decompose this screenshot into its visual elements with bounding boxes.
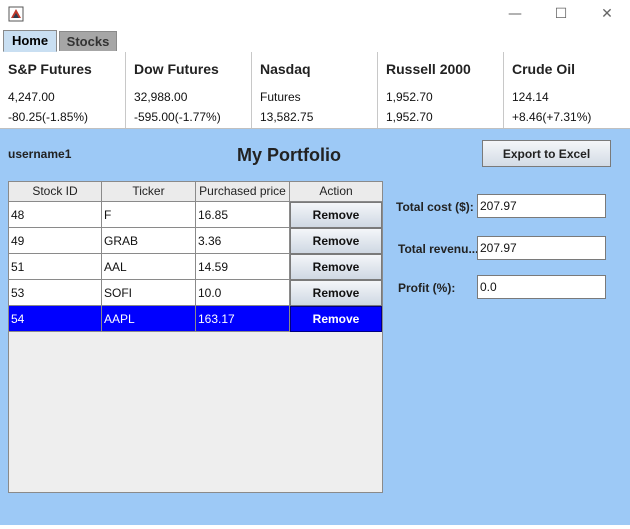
table-row[interactable]: 49 GRAB 3.36 Remove [9,228,382,254]
tab-home[interactable]: Home [3,30,57,52]
ticker-nasdaq: Nasdaq Futures 13,582.75 [252,52,378,128]
total-revenue-field[interactable]: 207.97 [477,236,606,260]
cell-purchased-price: 16.85 [196,202,290,228]
ticker-russell-2000: Russell 2000 1,952.70 1,952.70 [378,52,504,128]
ticker-price: 1,952.70 [386,90,433,104]
ticker-price: 124.14 [512,90,549,104]
window-bottom-border [0,525,630,529]
total-revenue-label: Total revenu... [398,242,479,256]
table-header: Stock ID Ticker Purchased price Action [9,182,382,202]
minimize-button[interactable]: — [492,0,538,28]
ticker-name: Russell 2000 [386,61,471,77]
cell-ticker: SOFI [102,280,196,306]
column-header-action[interactable]: Action [290,182,382,201]
java-app-icon [8,6,24,22]
ticker-price: 13,582.75 [260,110,314,124]
cell-ticker: AAPL [102,306,196,332]
ticker-sp-futures: S&P Futures 4,247.00 -80.25(-1.85%) [0,52,126,128]
ticker-price: 4,247.00 [8,90,55,104]
profit-field[interactable]: 0.0 [477,275,606,299]
tab-stocks[interactable]: Stocks [59,31,117,51]
total-cost-label: Total cost ($): [396,200,474,214]
ticker-name: S&P Futures [8,61,92,77]
profit-label: Profit (%): [398,281,456,295]
cell-ticker: F [102,202,196,228]
ticker-name: Crude Oil [512,61,576,77]
column-header-stock-id[interactable]: Stock ID [9,182,102,201]
remove-button[interactable]: Remove [290,254,382,280]
cell-ticker: GRAB [102,228,196,254]
ticker-name: Nasdaq [260,61,311,77]
table-row[interactable]: 48 F 16.85 Remove [9,202,382,228]
ticker-change: -80.25(-1.85%) [8,110,89,124]
cell-stock-id: 49 [9,228,102,254]
export-to-excel-button[interactable]: Export to Excel [482,140,611,167]
remove-button[interactable]: Remove [290,306,382,332]
window-title-bar: — ☐ ✕ [0,0,630,28]
cell-purchased-price: 14.59 [196,254,290,280]
market-ticker-panel: S&P Futures 4,247.00 -80.25(-1.85%) Dow … [0,52,630,129]
ticker-change: 1,952.70 [386,110,433,124]
ticker-dow-futures: Dow Futures 32,988.00 -595.00(-1.77%) [126,52,252,128]
table-row[interactable]: 51 AAL 14.59 Remove [9,254,382,280]
total-cost-field[interactable]: 207.97 [477,194,606,218]
ticker-subtitle: Futures [260,90,301,104]
table-row-selected[interactable]: 54 AAPL 163.17 Remove [9,306,382,332]
portfolio-panel: username1 My Portfolio Export to Excel S… [0,129,630,525]
cell-ticker: AAL [102,254,196,280]
portfolio-table[interactable]: Stock ID Ticker Purchased price Action 4… [8,181,383,493]
cell-purchased-price: 3.36 [196,228,290,254]
ticker-crude-oil: Crude Oil 124.14 +8.46(+7.31%) [504,52,630,128]
remove-button[interactable]: Remove [290,228,382,254]
ticker-change: +8.46(+7.31%) [512,110,592,124]
column-header-purchased-price[interactable]: Purchased price [196,182,290,201]
username-label: username1 [8,147,72,161]
page-title: My Portfolio [237,145,341,165]
tab-strip: Home Stocks [0,28,630,53]
maximize-button[interactable]: ☐ [538,0,584,28]
cell-stock-id: 51 [9,254,102,280]
remove-button[interactable]: Remove [290,280,382,306]
close-button[interactable]: ✕ [584,0,630,28]
ticker-price: 32,988.00 [134,90,188,104]
cell-stock-id: 48 [9,202,102,228]
remove-button[interactable]: Remove [290,202,382,228]
ticker-name: Dow Futures [134,61,219,77]
ticker-change: -595.00(-1.77%) [134,110,221,124]
cell-purchased-price: 10.0 [196,280,290,306]
cell-purchased-price: 163.17 [196,306,290,332]
cell-stock-id: 53 [9,280,102,306]
cell-stock-id: 54 [9,306,102,332]
table-row[interactable]: 53 SOFI 10.0 Remove [9,280,382,306]
column-header-ticker[interactable]: Ticker [102,182,196,201]
